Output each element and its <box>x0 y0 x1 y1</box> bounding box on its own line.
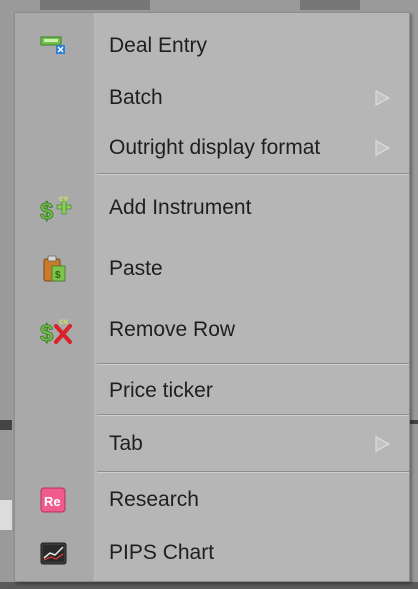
background-fragment <box>40 0 150 10</box>
menu-item-research[interactable]: Re Research <box>15 480 409 520</box>
menu-item-label: Tab <box>109 432 143 455</box>
menu-item-label: Outright display format <box>109 136 321 159</box>
svg-text:$: $ <box>40 320 54 345</box>
menu-item-label: Paste <box>109 257 163 280</box>
menu-item-label: Remove Row <box>109 318 236 341</box>
add-instrument-icon: $ cv <box>39 193 72 225</box>
research-icon-text: Re <box>44 494 61 509</box>
menu-item-pips-chart[interactable]: PIPS Chart <box>15 533 409 573</box>
svg-text:cv: cv <box>59 194 68 203</box>
menu-item-batch[interactable]: Batch <box>15 78 409 118</box>
menu-separator <box>97 363 409 365</box>
remove-row-icon: $ cv <box>39 315 72 347</box>
svg-text:$: $ <box>55 270 61 281</box>
menu-item-remove-row[interactable]: $ cv Remove Row <box>15 310 409 350</box>
menu-item-label: Research <box>109 488 199 511</box>
submenu-arrow-icon <box>373 89 391 107</box>
menu-item-label: Batch <box>109 86 163 109</box>
svg-text:$: $ <box>40 198 54 223</box>
menu-separator <box>97 471 409 473</box>
pips-chart-icon <box>39 538 69 568</box>
menu-item-label: PIPS Chart <box>109 541 215 564</box>
background-fragment <box>0 500 12 530</box>
background-fragment <box>300 0 360 10</box>
menu-separator <box>97 173 409 175</box>
context-menu: Deal Entry Batch Outright display format… <box>14 12 410 582</box>
paste-icon: $ <box>39 254 69 284</box>
background-fragment <box>0 582 418 589</box>
menu-item-tab[interactable]: Tab <box>15 424 409 464</box>
menu-item-paste[interactable]: $ Paste <box>15 249 409 289</box>
menu-item-label: Price ticker <box>109 379 213 402</box>
menu-item-outright-display-format[interactable]: Outright display format <box>15 128 409 168</box>
submenu-arrow-icon <box>373 435 391 453</box>
deal-entry-icon <box>39 31 69 61</box>
menu-item-price-ticker[interactable]: Price ticker <box>15 371 409 411</box>
menu-separator <box>97 414 409 416</box>
menu-item-label: Deal Entry <box>109 34 208 57</box>
background-fragment <box>0 420 12 430</box>
svg-text:cv: cv <box>59 317 68 326</box>
research-icon: Re <box>39 485 69 515</box>
submenu-arrow-icon <box>373 139 391 157</box>
menu-item-deal-entry[interactable]: Deal Entry <box>15 26 409 66</box>
menu-item-add-instrument[interactable]: $ cv Add Instrument <box>15 188 409 228</box>
background-fragment <box>410 420 418 424</box>
menu-item-label: Add Instrument <box>109 196 252 219</box>
